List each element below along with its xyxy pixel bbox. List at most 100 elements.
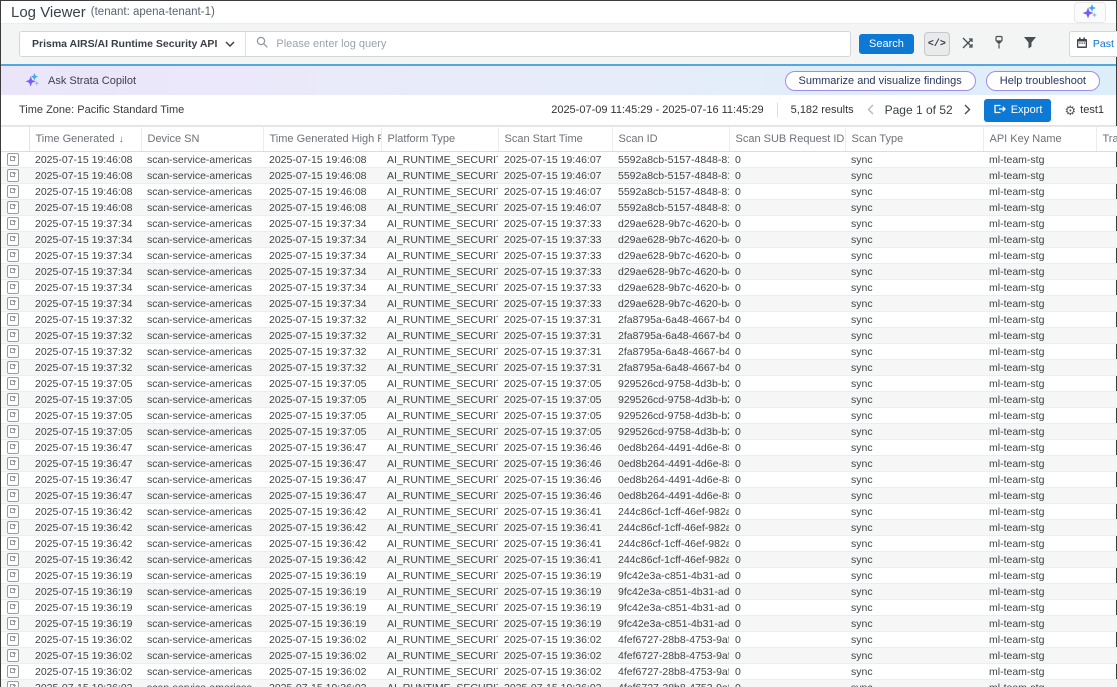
log-detail-icon[interactable] (7, 553, 19, 566)
view-profile-label: test1 (1080, 104, 1104, 116)
filter-button[interactable] (1017, 32, 1043, 56)
table-row[interactable]: 2025-07-15 19:36:19scan-service-americas… (1, 600, 1117, 616)
table-row[interactable]: 2025-07-15 19:36:02scan-service-americas… (1, 632, 1117, 648)
code-view-button[interactable]: </> (924, 32, 950, 56)
log-detail-icon[interactable] (7, 537, 19, 550)
log-detail-icon[interactable] (7, 313, 19, 326)
prev-page-button[interactable] (867, 103, 874, 118)
log-source-selector[interactable]: Prisma AIRS/AI Runtime Security API (20, 32, 246, 56)
table-row[interactable]: 2025-07-15 19:36:42scan-service-americas… (1, 536, 1117, 552)
export-button[interactable]: Export (984, 99, 1052, 122)
log-detail-icon[interactable] (7, 329, 19, 342)
log-detail-icon[interactable] (7, 681, 19, 687)
ask-copilot-button[interactable]: Ask Strata Copilot (25, 72, 136, 90)
log-detail-icon[interactable] (7, 345, 19, 358)
column-header-platform-type[interactable]: Platform Type (381, 127, 498, 152)
table-row[interactable]: 2025-07-15 19:36:02scan-service-americas… (1, 648, 1117, 664)
table-row[interactable]: 2025-07-15 19:36:02scan-service-americas… (1, 664, 1117, 680)
table-cell: AI_RUNTIME_SECURITY_API (381, 344, 498, 360)
table-row[interactable]: 2025-07-15 19:37:32scan-service-americas… (1, 328, 1117, 344)
column-header-time-generated[interactable]: Time Generated↓ (29, 127, 141, 152)
table-row[interactable]: 2025-07-15 19:36:42scan-service-americas… (1, 504, 1117, 520)
column-header-api-key-name[interactable]: API Key Name (983, 127, 1096, 152)
table-row[interactable]: 2025-07-15 19:37:34scan-service-americas… (1, 216, 1117, 232)
log-detail-icon[interactable] (7, 457, 19, 470)
next-page-button[interactable] (964, 103, 971, 118)
log-detail-icon[interactable] (7, 153, 19, 166)
table-row[interactable]: 2025-07-15 19:46:08scan-service-americas… (1, 200, 1117, 216)
table-row[interactable]: 2025-07-15 19:36:02scan-service-americas… (1, 680, 1117, 687)
log-detail-icon[interactable] (7, 281, 19, 294)
column-header-scan-start-time[interactable]: Scan Start Time (498, 127, 612, 152)
table-row[interactable]: 2025-07-15 19:36:47scan-service-americas… (1, 472, 1117, 488)
table-row[interactable]: 2025-07-15 19:37:05scan-service-americas… (1, 424, 1117, 440)
table-cell: 0 (729, 152, 845, 168)
table-row[interactable]: 2025-07-15 19:36:42scan-service-americas… (1, 552, 1117, 568)
view-settings-button[interactable]: ⚙ test1 (1064, 104, 1104, 117)
log-detail-icon[interactable] (7, 601, 19, 614)
log-detail-icon[interactable] (7, 377, 19, 390)
table-row[interactable]: 2025-07-15 19:37:32scan-service-americas… (1, 344, 1117, 360)
column-header-transaction[interactable]: Transaction (1096, 127, 1117, 152)
help-troubleshoot-button[interactable]: Help troubleshoot (986, 71, 1100, 91)
table-row[interactable]: 2025-07-15 19:46:08scan-service-americas… (1, 152, 1117, 168)
log-detail-icon[interactable] (7, 521, 19, 534)
log-detail-icon[interactable] (7, 185, 19, 198)
table-row[interactable]: 2025-07-15 19:36:42scan-service-americas… (1, 520, 1117, 536)
log-detail-icon[interactable] (7, 265, 19, 278)
table-row[interactable]: 2025-07-15 19:37:05scan-service-americas… (1, 392, 1117, 408)
table-row[interactable]: 2025-07-15 19:46:08scan-service-americas… (1, 184, 1117, 200)
log-detail-icon[interactable] (7, 409, 19, 422)
table-row[interactable]: 2025-07-15 19:37:05scan-service-americas… (1, 408, 1117, 424)
table-row[interactable]: 2025-07-15 19:37:05scan-service-americas… (1, 376, 1117, 392)
log-detail-icon[interactable] (7, 569, 19, 582)
copilot-toggle-button[interactable] (1074, 2, 1106, 23)
column-header-scan-sub-request-id[interactable]: Scan SUB Request ID (729, 127, 845, 152)
log-detail-icon[interactable] (7, 441, 19, 454)
log-detail-icon[interactable] (7, 361, 19, 374)
log-detail-icon[interactable] (7, 585, 19, 598)
log-detail-icon[interactable] (7, 665, 19, 678)
table-row[interactable]: 2025-07-15 19:46:08scan-service-americas… (1, 168, 1117, 184)
table-row[interactable]: 2025-07-15 19:37:34scan-service-americas… (1, 248, 1117, 264)
log-detail-icon[interactable] (7, 393, 19, 406)
time-range-picker[interactable]: Past 7 days (1069, 31, 1117, 57)
table-row[interactable]: 2025-07-15 19:36:19scan-service-americas… (1, 568, 1117, 584)
table-row[interactable]: 2025-07-15 19:36:47scan-service-americas… (1, 456, 1117, 472)
log-detail-icon[interactable] (7, 217, 19, 230)
table-cell: 2025-07-15 19:37:05 (29, 424, 141, 440)
column-header-time-generated-high-resol[interactable]: Time Generated High Resol... (263, 127, 381, 152)
crossed-arrows-button[interactable] (955, 32, 981, 56)
log-detail-icon[interactable] (7, 473, 19, 486)
log-detail-icon[interactable] (7, 297, 19, 310)
table-row[interactable]: 2025-07-15 19:37:34scan-service-americas… (1, 296, 1117, 312)
table-row[interactable]: 2025-07-15 19:36:19scan-service-americas… (1, 616, 1117, 632)
table-cell (1096, 280, 1117, 296)
log-detail-icon[interactable] (7, 249, 19, 262)
log-detail-icon[interactable] (7, 633, 19, 646)
log-query-input[interactable] (276, 38, 840, 50)
column-header-scan-type[interactable]: Scan Type (845, 127, 983, 152)
log-detail-icon[interactable] (7, 425, 19, 438)
pin-button[interactable] (986, 32, 1012, 56)
table-row[interactable]: 2025-07-15 19:37:34scan-service-americas… (1, 264, 1117, 280)
table-row[interactable]: 2025-07-15 19:36:47scan-service-americas… (1, 488, 1117, 504)
column-header-device-sn[interactable]: Device SN (141, 127, 263, 152)
table-row[interactable]: 2025-07-15 19:37:32scan-service-americas… (1, 360, 1117, 376)
table-row[interactable]: 2025-07-15 19:37:34scan-service-americas… (1, 280, 1117, 296)
table-row[interactable]: 2025-07-15 19:37:32scan-service-americas… (1, 312, 1117, 328)
log-detail-icon[interactable] (7, 489, 19, 502)
log-detail-icon[interactable] (7, 201, 19, 214)
log-detail-icon[interactable] (7, 649, 19, 662)
table-row[interactable]: 2025-07-15 19:36:47scan-service-americas… (1, 440, 1117, 456)
summarize-findings-button[interactable]: Summarize and visualize findings (785, 71, 976, 91)
search-button[interactable]: Search (859, 34, 914, 54)
log-detail-icon[interactable] (7, 617, 19, 630)
log-detail-icon[interactable] (7, 233, 19, 246)
table-row[interactable]: 2025-07-15 19:37:34scan-service-americas… (1, 232, 1117, 248)
log-detail-icon[interactable] (7, 169, 19, 182)
table-row[interactable]: 2025-07-15 19:36:19scan-service-americas… (1, 584, 1117, 600)
log-detail-icon[interactable] (7, 505, 19, 518)
table-cell: 2025-07-15 19:36:46 (498, 472, 612, 488)
column-header-scan-id[interactable]: Scan ID (612, 127, 729, 152)
